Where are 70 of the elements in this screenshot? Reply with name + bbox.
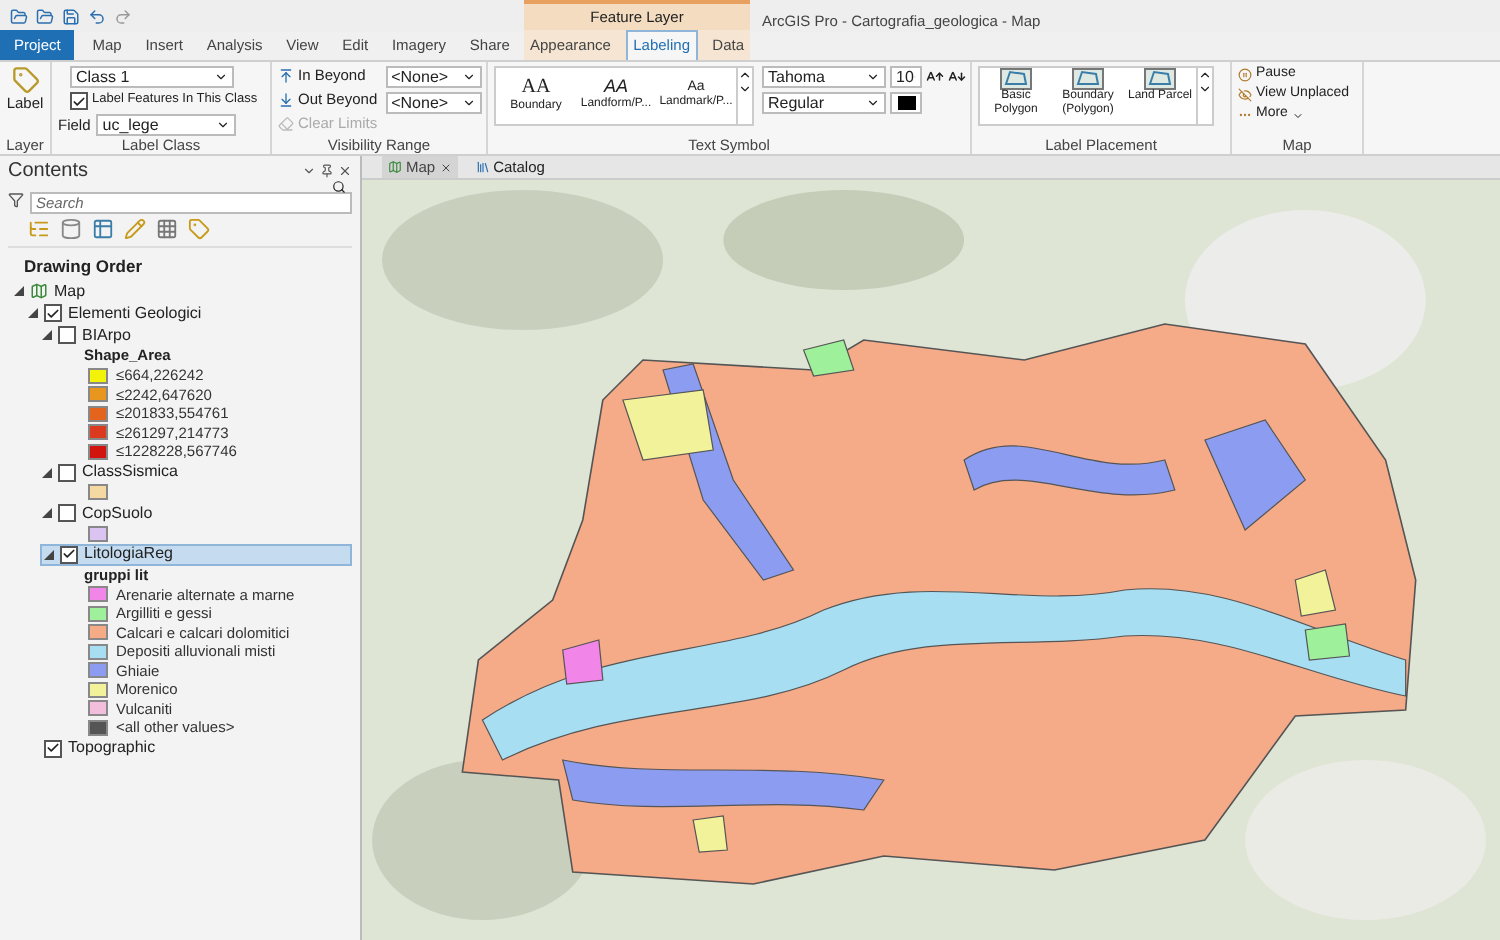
scroll-down-icon[interactable] [1198, 82, 1212, 96]
layer-row[interactable]: Elementi Geologici [26, 302, 352, 324]
expand-arrow-icon[interactable] [14, 286, 24, 296]
layer-name: LitologiaReg [84, 546, 173, 562]
checkbox[interactable] [58, 326, 76, 344]
close-icon[interactable] [439, 161, 452, 173]
arrow-down-icon [278, 92, 294, 108]
style-dropdown[interactable]: Regular [762, 92, 886, 114]
checkbox[interactable] [58, 504, 76, 522]
layer-row[interactable]: LitologiaReg [40, 543, 352, 565]
layer-name: ClassSismica [82, 464, 179, 480]
class-dropdown[interactable]: Class 1 [70, 66, 234, 88]
pane-title: Contents [8, 158, 89, 186]
close-icon[interactable] [338, 164, 352, 178]
folder-icon[interactable] [36, 7, 54, 25]
scroll-up-icon[interactable] [1198, 68, 1212, 82]
polygon-label-icon [1000, 68, 1032, 90]
layer-row[interactable]: CopSuolo [40, 502, 352, 524]
checkbox[interactable] [44, 304, 62, 322]
scale-dropdown[interactable]: <None> [385, 66, 482, 88]
scroll-down-icon[interactable] [738, 82, 752, 96]
eraser-icon [278, 116, 294, 132]
font-size-up-icon[interactable] [926, 68, 944, 86]
font-size-down-icon[interactable] [948, 68, 966, 86]
tag-icon [11, 66, 39, 94]
search-icon [332, 179, 346, 193]
scroll-up-icon[interactable] [738, 68, 752, 82]
map-icon [30, 282, 48, 300]
layer-row[interactable]: Map [12, 280, 352, 302]
cylinder-icon[interactable] [60, 218, 82, 240]
checkbox[interactable] [70, 92, 88, 110]
checkbox[interactable] [58, 463, 76, 481]
pane-heading: Drawing Order [22, 254, 145, 280]
pin-icon[interactable] [320, 164, 334, 178]
layer-name: CopSuolo [82, 505, 153, 521]
expand-arrow-icon[interactable] [42, 467, 52, 477]
style-sample: AA [521, 77, 551, 97]
grid-icon[interactable] [156, 218, 178, 240]
pane-menu-icon[interactable] [302, 164, 316, 178]
polygon-label-icon [1072, 68, 1104, 90]
font-dropdown[interactable]: Tahoma [762, 66, 886, 88]
color-picker[interactable] [890, 92, 922, 114]
eye-off-icon [1238, 88, 1252, 102]
expand-arrow-icon[interactable] [42, 508, 52, 518]
checkbox[interactable] [44, 739, 62, 757]
size-dropdown[interactable]: 10 [890, 66, 922, 88]
more-icon [1238, 108, 1252, 122]
style-sample: AA [603, 78, 628, 96]
save-icon[interactable] [62, 7, 80, 25]
undo-icon[interactable] [88, 7, 106, 25]
expand-arrow-icon[interactable] [28, 308, 38, 318]
layer-row[interactable]: ClassSismica [40, 461, 352, 483]
layer-row[interactable]: BIArpo [40, 324, 352, 346]
scale-dropdown[interactable]: <None> [385, 92, 482, 114]
map-icon [388, 160, 402, 174]
polygon-label-icon [1144, 68, 1176, 90]
field-dropdown[interactable]: uc_lege [96, 114, 237, 136]
layer-name: BIArpo [82, 327, 131, 343]
layer-row[interactable]: Topographic [26, 737, 352, 759]
table-icon[interactable] [92, 218, 114, 240]
catalog-icon [475, 160, 490, 174]
filter-icon[interactable] [8, 191, 24, 207]
layer-name: Map [54, 283, 86, 299]
arrow-up-icon [278, 68, 294, 84]
layer-name: Topographic [68, 740, 156, 756]
checkbox[interactable] [60, 545, 78, 563]
layer-name: Elementi Geologici [68, 305, 202, 321]
pause-icon [1238, 68, 1252, 82]
expand-arrow-icon[interactable] [44, 549, 54, 559]
expand-arrow-icon[interactable] [42, 330, 52, 340]
